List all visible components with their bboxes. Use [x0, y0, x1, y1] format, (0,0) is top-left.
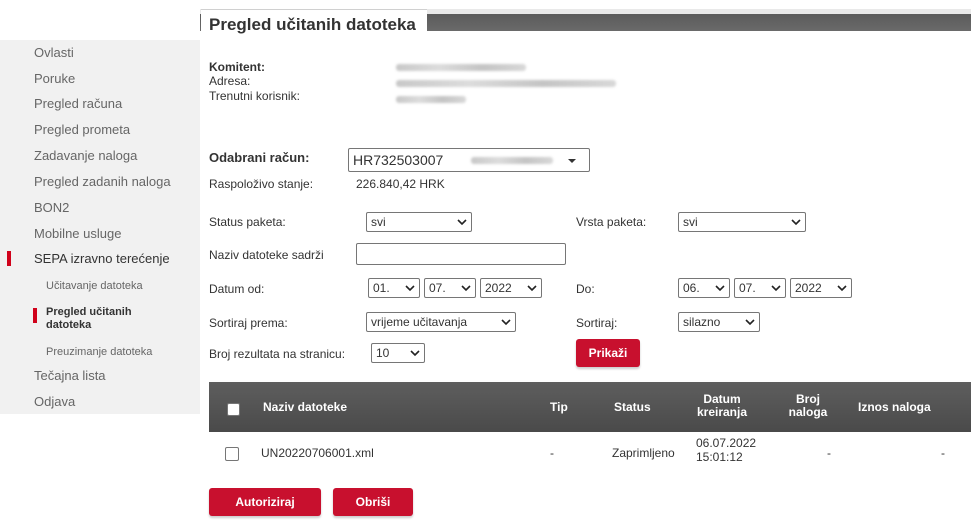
sidebar-subitem-ucitavanje[interactable]: Učitavanje datoteka — [46, 280, 143, 293]
od-day-value: 01. — [373, 281, 390, 295]
redacted-account-suffix — [471, 157, 553, 164]
status-select[interactable]: svi — [366, 212, 472, 232]
col-status-header[interactable]: Status — [614, 401, 651, 414]
col-tip-header[interactable]: Tip — [550, 401, 568, 414]
sidebar-item-pregled-racuna[interactable]: Pregled računa — [34, 93, 122, 115]
sidebar-item-tecajna-lista[interactable]: Tečajna lista — [34, 365, 106, 387]
order-select-value: silazno — [683, 315, 721, 329]
komitent-label: Komitent: — [209, 60, 265, 74]
chevron-down-icon — [715, 285, 725, 292]
dropdown-arrow-icon — [568, 159, 576, 163]
chevron-down-icon — [457, 219, 467, 226]
balance-value: 226.840,42 HRK — [356, 177, 445, 191]
col-broj-line2: naloga — [788, 405, 828, 419]
naziv-label: Naziv datoteke sadrži — [209, 248, 324, 262]
col-broj-header[interactable]: Broj naloga — [787, 393, 829, 419]
od-month-select[interactable]: 07. — [424, 278, 476, 298]
account-select[interactable]: HR732503007 — [348, 148, 590, 172]
chevron-down-icon — [501, 319, 511, 326]
sidebar-item-sepa[interactable]: SEPA izravno terećenje — [34, 248, 170, 270]
chevron-down-icon — [461, 285, 471, 292]
chevron-down-icon — [745, 319, 755, 326]
vrsta-select-value: svi — [683, 215, 698, 229]
sidebar-item-bon2[interactable]: BON2 — [34, 197, 69, 219]
do-day-value: 06. — [683, 281, 700, 295]
do-year-value: 2022 — [795, 281, 822, 295]
sort-select-value: vrijeme učitavanja — [371, 315, 468, 329]
balance-label: Raspoloživo stanje: — [209, 177, 314, 191]
naziv-input[interactable] — [356, 243, 566, 265]
order-select[interactable]: silazno — [678, 312, 760, 332]
row-iznos: - — [941, 446, 945, 460]
sidebar-subitem-preuzimanje[interactable]: Preuzimanje datoteka — [46, 346, 152, 359]
sidebar: Ovlasti Poruke Pregled računa Pregled pr… — [0, 40, 200, 414]
authorize-button[interactable]: Autoriziraj — [209, 488, 321, 516]
sidebar-item-poruke[interactable]: Poruke — [34, 68, 75, 90]
sidebar-item-odjava[interactable]: Odjava — [34, 391, 75, 413]
od-day-select[interactable]: 01. — [368, 278, 420, 298]
sort-select[interactable]: vrijeme učitavanja — [366, 312, 516, 332]
adresa-label: Adresa: — [209, 74, 251, 88]
top-banner — [0, 0, 971, 40]
banner-left-blank — [0, 0, 200, 40]
show-button[interactable]: Prikaži — [576, 339, 640, 367]
do-label: Do: — [576, 282, 595, 296]
per-page-label: Broj rezultata na stranicu: — [209, 347, 346, 361]
row-broj: - — [827, 446, 831, 460]
results-table-header: Naziv datoteke Tip Status Datum kreiranj… — [209, 382, 971, 432]
col-datum-line2: kreiranja — [696, 405, 748, 419]
col-naziv-header[interactable]: Naziv datoteke — [263, 401, 347, 414]
sidebar-item-pregled-prometa[interactable]: Pregled prometa — [34, 119, 130, 141]
do-day-select[interactable]: 06. — [678, 278, 730, 298]
status-select-value: svi — [371, 215, 386, 229]
od-year-value: 2022 — [485, 281, 512, 295]
order-label: Sortiraj: — [576, 316, 618, 330]
datum-od-label: Datum od: — [209, 282, 265, 296]
per-page-select[interactable]: 10 — [371, 343, 425, 363]
select-all-checkbox[interactable] — [227, 403, 240, 416]
row-checkbox[interactable] — [225, 447, 239, 461]
chevron-down-icon — [791, 219, 801, 226]
sidebar-item-ovlasti[interactable]: Ovlasti — [34, 42, 74, 64]
chevron-down-icon — [527, 285, 537, 292]
page-title: Pregled učitanih datoteka — [201, 9, 427, 39]
delete-button[interactable]: Obriši — [333, 488, 413, 516]
per-page-value: 10 — [376, 346, 390, 360]
redacted-current-user — [396, 96, 466, 103]
active-subitem-marker — [33, 308, 37, 323]
col-datum-header[interactable]: Datum kreiranja — [687, 393, 757, 419]
do-year-select[interactable]: 2022 — [790, 278, 852, 298]
chevron-down-icon — [837, 285, 847, 292]
sort-label: Sortiraj prema: — [209, 316, 288, 330]
chevron-down-icon — [410, 350, 420, 357]
od-year-select[interactable]: 2022 — [480, 278, 542, 298]
sidebar-item-zadavanje-naloga[interactable]: Zadavanje naloga — [34, 145, 137, 167]
row-vrijeme: 15:01:12 — [696, 450, 743, 464]
sidebar-item-mobilne-usluge[interactable]: Mobilne usluge — [34, 223, 121, 245]
account-label: Odabrani račun: — [209, 150, 310, 165]
vrsta-select[interactable]: svi — [678, 212, 806, 232]
chevron-down-icon — [405, 285, 415, 292]
active-section-marker — [7, 251, 11, 266]
row-datum: 06.07.2022 — [696, 436, 757, 450]
vrsta-label: Vrsta paketa: — [576, 215, 647, 229]
sidebar-subitem-pregled-ucitanih[interactable]: Pregled učitanih datoteka — [46, 306, 166, 332]
row-tip: - — [550, 446, 554, 460]
col-iznos-header[interactable]: Iznos naloga — [858, 401, 931, 414]
do-month-value: 07. — [739, 281, 756, 295]
chevron-down-icon — [771, 285, 781, 292]
sidebar-item-pregled-zadanih-naloga[interactable]: Pregled zadanih naloga — [34, 171, 171, 193]
status-label: Status paketa: — [209, 215, 286, 229]
od-month-value: 07. — [429, 281, 446, 295]
redacted-client-name — [396, 64, 526, 71]
row-status: Zaprimljeno — [612, 446, 675, 460]
row-naziv: UN20220706001.xml — [261, 446, 374, 460]
do-month-select[interactable]: 07. — [734, 278, 786, 298]
redacted-client-address — [396, 80, 616, 87]
korisnik-label: Trenutni korisnik: — [209, 89, 300, 103]
account-number: HR732503007 — [353, 152, 444, 168]
table-row: UN20220706001.xml - Zaprimljeno 06.07.20… — [209, 432, 971, 474]
